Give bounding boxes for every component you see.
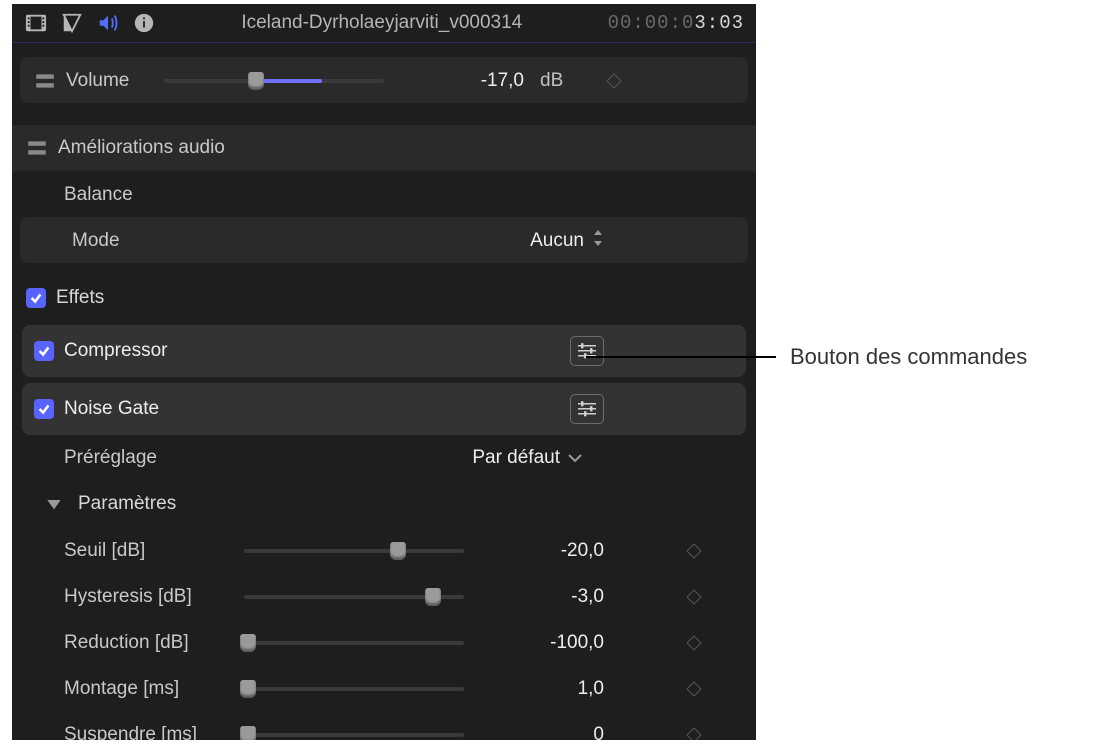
- parameter-value[interactable]: 0: [484, 724, 604, 741]
- timecode-end: 3:03: [694, 12, 744, 34]
- volume-value[interactable]: -17,0: [404, 70, 524, 92]
- audio-enhancements-section: Améliorations audio: [12, 125, 756, 171]
- parameter-slider-thumb[interactable]: [425, 588, 441, 606]
- mode-label: Mode: [72, 230, 172, 252]
- volume-slider-fill: [256, 79, 322, 83]
- parameter-slider[interactable]: [244, 585, 474, 609]
- parameter-slider-thumb[interactable]: [240, 726, 256, 741]
- keyframe-icon[interactable]: [674, 681, 714, 697]
- compressor-checkbox[interactable]: [34, 341, 54, 361]
- audio-tab-icon[interactable]: [96, 11, 120, 35]
- volume-slider-thumb[interactable]: [248, 72, 264, 90]
- info-tab-icon[interactable]: [132, 11, 156, 35]
- callout-label: Bouton des commandes: [790, 344, 1027, 370]
- effect-row-noise-gate[interactable]: Noise Gate: [22, 383, 746, 435]
- preset-label: Préréglage: [64, 447, 234, 469]
- audio-enhancements-label: Améliorations audio: [58, 137, 742, 159]
- controls-button-compressor[interactable]: [570, 336, 604, 366]
- keyframe-icon[interactable]: [674, 543, 714, 559]
- inspector-tab-icon[interactable]: [60, 11, 84, 35]
- parameter-slider-thumb[interactable]: [390, 542, 406, 560]
- parameter-slider[interactable]: [244, 723, 474, 741]
- inspector-header: Iceland-Dyrholaeyjarviti_v000314 00:00:0…: [12, 4, 756, 42]
- parameter-label: Suspendre [ms]: [64, 724, 234, 741]
- balance-label: Balance: [64, 184, 742, 206]
- parameter-label: Montage [ms]: [64, 678, 234, 700]
- parameter-slider-thumb[interactable]: [240, 680, 256, 698]
- preset-row: Préréglage Par défaut: [12, 435, 756, 481]
- preset-dropdown[interactable]: Par défaut: [472, 447, 582, 469]
- updown-icon: [592, 230, 604, 252]
- callout-line: [586, 356, 776, 358]
- parameter-value[interactable]: 1,0: [484, 678, 604, 700]
- chevron-down-icon: [568, 447, 582, 469]
- parameter-row: Montage [ms] 1,0: [12, 665, 756, 711]
- parameter-value[interactable]: -100,0: [484, 632, 604, 654]
- disclosure-triangle-icon[interactable]: [46, 496, 62, 512]
- clip-title: Iceland-Dyrholaeyjarviti_v000314: [170, 12, 594, 34]
- balance-mode-row: Mode Aucun: [20, 217, 748, 263]
- video-tab-icon[interactable]: [24, 11, 48, 35]
- compressor-label: Compressor: [64, 340, 560, 362]
- effect-row-compressor[interactable]: Compressor: [22, 325, 746, 377]
- mode-value: Aucun: [530, 230, 584, 252]
- timecode: 00:00:03:03: [608, 12, 744, 34]
- parameter-row: Suspendre [ms] 0: [12, 711, 756, 740]
- parameter-row: Reduction [dB] -100,0: [12, 619, 756, 665]
- effects-checkbox[interactable]: [26, 288, 46, 308]
- noise-gate-label: Noise Gate: [64, 398, 560, 420]
- collapse-icon[interactable]: [26, 137, 48, 159]
- keyframe-icon[interactable]: [594, 73, 634, 89]
- collapse-icon[interactable]: [34, 70, 56, 92]
- noise-gate-checkbox[interactable]: [34, 399, 54, 419]
- volume-label: Volume: [66, 70, 154, 92]
- parameter-slider[interactable]: [244, 539, 474, 563]
- preset-value: Par défaut: [472, 447, 560, 469]
- parameter-label: Hysteresis [dB]: [64, 586, 234, 608]
- parameter-slider-thumb[interactable]: [240, 634, 256, 652]
- parameter-label: Seuil [dB]: [64, 540, 234, 562]
- parameter-row: Seuil [dB] -20,0: [12, 527, 756, 573]
- volume-slider[interactable]: [164, 69, 394, 93]
- parameter-value[interactable]: -20,0: [484, 540, 604, 562]
- keyframe-icon[interactable]: [674, 635, 714, 651]
- parameter-slider[interactable]: [244, 631, 474, 655]
- mode-dropdown[interactable]: Aucun: [530, 230, 604, 252]
- timecode-prefix: 00:00:0: [608, 12, 695, 34]
- effects-label: Effets: [56, 287, 104, 309]
- inspector-tabs: [24, 11, 156, 35]
- parameter-label: Reduction [dB]: [64, 632, 234, 654]
- parameter-value[interactable]: -3,0: [484, 586, 604, 608]
- volume-row: Volume -17,0 dB: [20, 57, 748, 103]
- keyframe-icon[interactable]: [674, 589, 714, 605]
- parameter-slider[interactable]: [244, 677, 474, 701]
- balance-row: Balance: [12, 171, 756, 217]
- keyframe-icon[interactable]: [674, 727, 714, 741]
- effects-section: Effets: [12, 277, 756, 319]
- parameter-row: Hysteresis [dB] -3,0: [12, 573, 756, 619]
- parameters-label: Paramètres: [78, 493, 176, 515]
- parameters-row: Paramètres: [12, 481, 756, 527]
- audio-inspector-panel: Iceland-Dyrholaeyjarviti_v000314 00:00:0…: [12, 4, 756, 740]
- volume-unit: dB: [534, 70, 584, 92]
- controls-button-noise-gate[interactable]: [570, 394, 604, 424]
